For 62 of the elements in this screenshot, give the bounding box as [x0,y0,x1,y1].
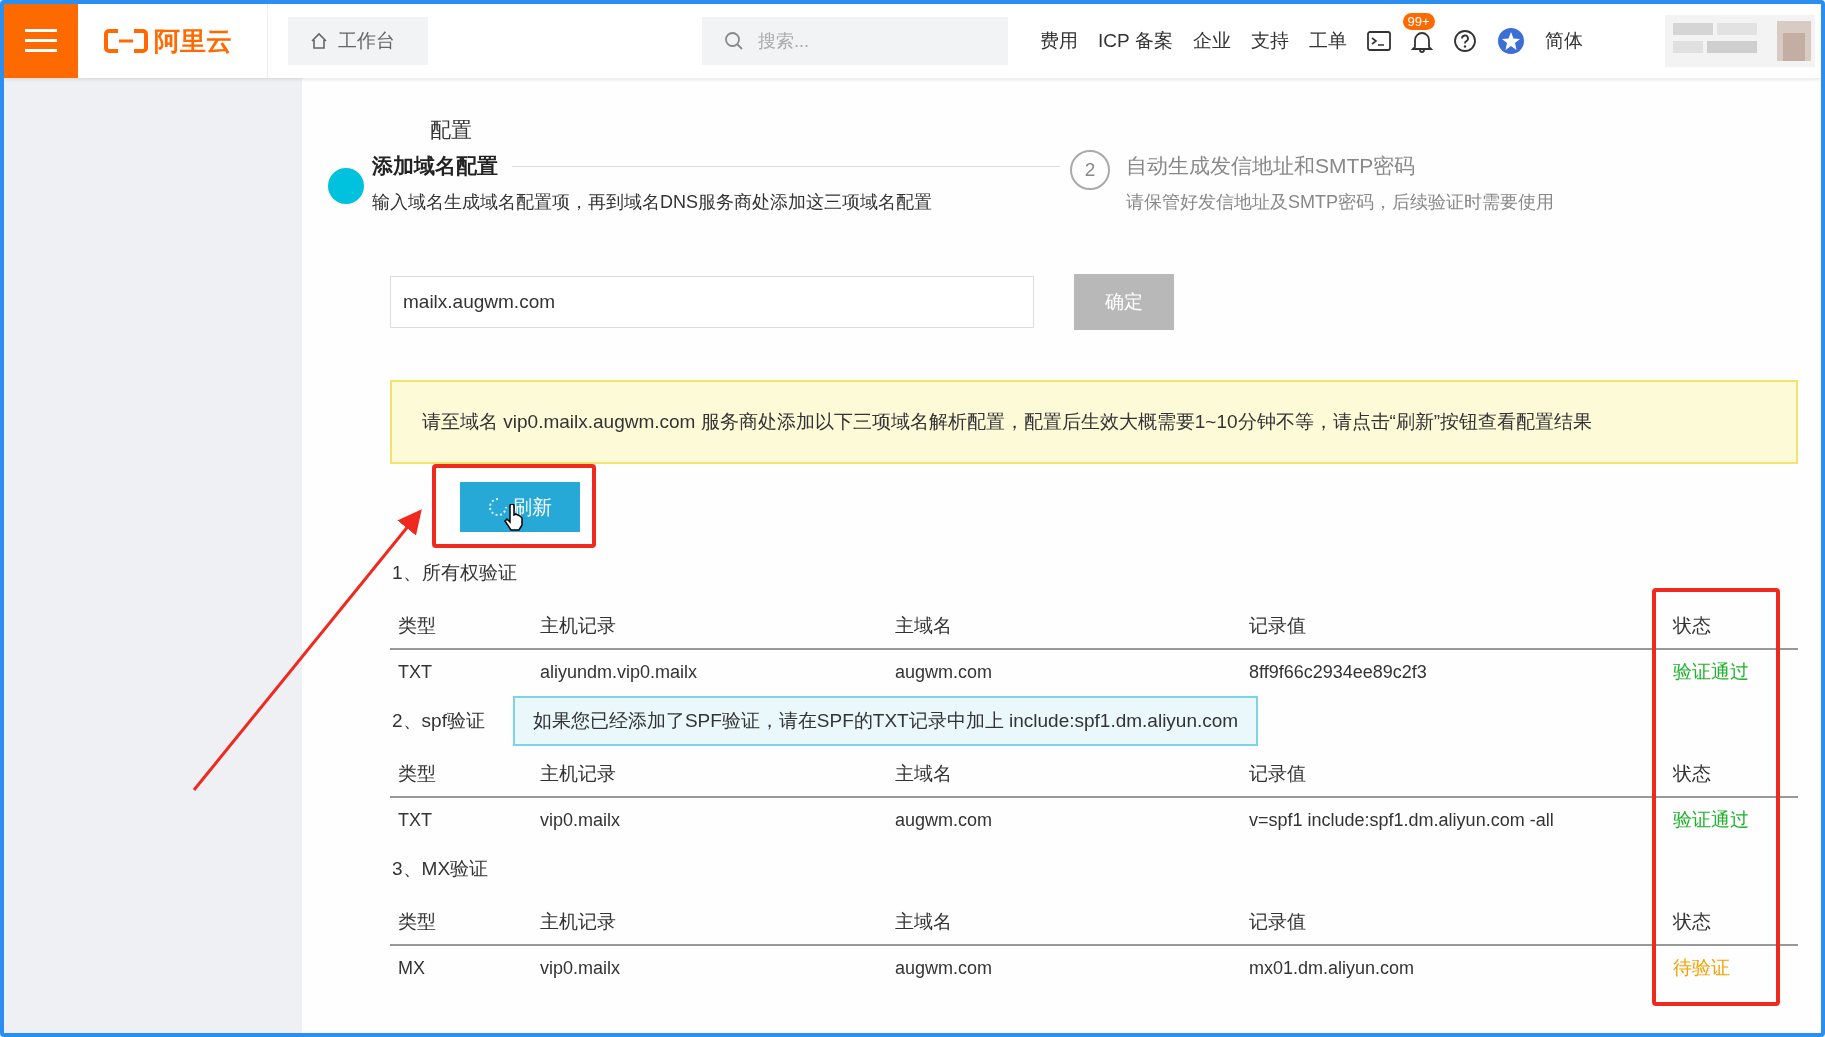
table-cell-text: vip0.mailx [539,957,622,979]
step-title: 添加域名配置 [372,153,498,179]
search-icon [724,31,744,51]
column-header: 状态 [1672,762,1712,786]
table-cell-text: augwm.com [894,661,994,683]
table-cell-text: 8ff9f66c2934ee89c2f3 [1248,661,1428,683]
column-header: 主域名 [894,614,953,638]
help-icon[interactable] [1452,29,1477,53]
step-description: 输入域名生成域名配置项，再到域名DNS服务商处添加这三项域名配置 [372,191,933,214]
table-cell-text: aliyundm.vip0.mailx [539,661,699,683]
section-title: 1、所有权验证 [391,561,517,585]
column-header: 主域名 [894,910,953,934]
bell-icon[interactable] [1410,29,1433,53]
nav-link[interactable]: ICP 备案 [1098,28,1173,54]
column-header: 主机记录 [539,614,617,638]
column-header: 主机记录 [539,762,617,786]
column-header: 主域名 [894,762,953,786]
nav-link[interactable]: 工单 [1308,28,1347,54]
menu-icon [25,28,57,54]
column-header: 状态 [1672,614,1712,638]
table-cell-text: augwm.com [894,957,994,979]
column-header: 记录值 [1248,762,1307,786]
notification-badge: 99+ [1402,13,1435,30]
language-link[interactable]: 简体 [1544,28,1583,54]
step-description: 请保管好发信地址及SMTP密码，后续验证时需要使用 [1126,191,1554,214]
table-cell-text: v=spf1 include:spf1.dm.aliyun.com -all [1248,809,1555,831]
nav-link[interactable]: 费用 [1040,28,1078,54]
terminal-icon[interactable] [1366,30,1391,52]
nav-link[interactable]: 企业 [1192,28,1231,54]
table-cell-text: mx01.dm.aliyun.com [1248,957,1416,979]
section-title: 3、MX验证 [391,857,489,881]
domain-input[interactable]: mailx.augwm.com [390,276,1034,328]
table-cell-text: MX [397,957,426,979]
step-indicator: 2 [1070,150,1110,190]
column-header: 类型 [397,910,437,934]
table-cell-text: augwm.com [894,809,994,831]
column-header: 状态 [1672,910,1712,934]
column-header: 记录值 [1248,910,1307,934]
spinner-icon [488,497,508,517]
logo-text: 阿里云 [154,24,232,58]
hint-banner: 如果您已经添加了SPF验证，请在SPF的TXT记录中加上 include:spf1.dm.aliyun.com [512,696,1259,746]
section-title: 2、spf验证 [391,709,485,733]
logo-icon [104,28,148,54]
status-text: 验证通过 [1673,809,1749,830]
column-header: 主机记录 [539,910,617,934]
step-title: 自动生成发信地址和SMTP密码 [1126,153,1416,179]
search-field[interactable]: 搜索... [756,29,980,53]
table-cell-text: TXT [397,661,433,683]
table-cell-text: vip0.mailx [539,809,622,831]
menu-button[interactable] [4,4,78,78]
table-cell-text: TXT [397,809,433,831]
status-text: 验证通过 [1673,661,1749,682]
notice-banner: 请至域名 vip0.mailx.augwm.com 服务商处添加以下三项域名解析配置，配置后生效大概需要1~10分钟不等，请点击“刷新”按钮查看配置结果 [390,380,1798,464]
status-text: 待验证 [1673,957,1730,978]
nav-link[interactable]: 支持 [1250,28,1289,54]
home-icon [310,32,328,50]
column-header: 类型 [397,614,437,638]
page-title: 配置 [429,117,473,142]
workbench-tab[interactable]: 工作台 [288,17,428,65]
search-bar[interactable]: 搜索... [702,17,1008,65]
column-header: 类型 [397,762,437,786]
column-header: 记录值 [1248,614,1307,638]
